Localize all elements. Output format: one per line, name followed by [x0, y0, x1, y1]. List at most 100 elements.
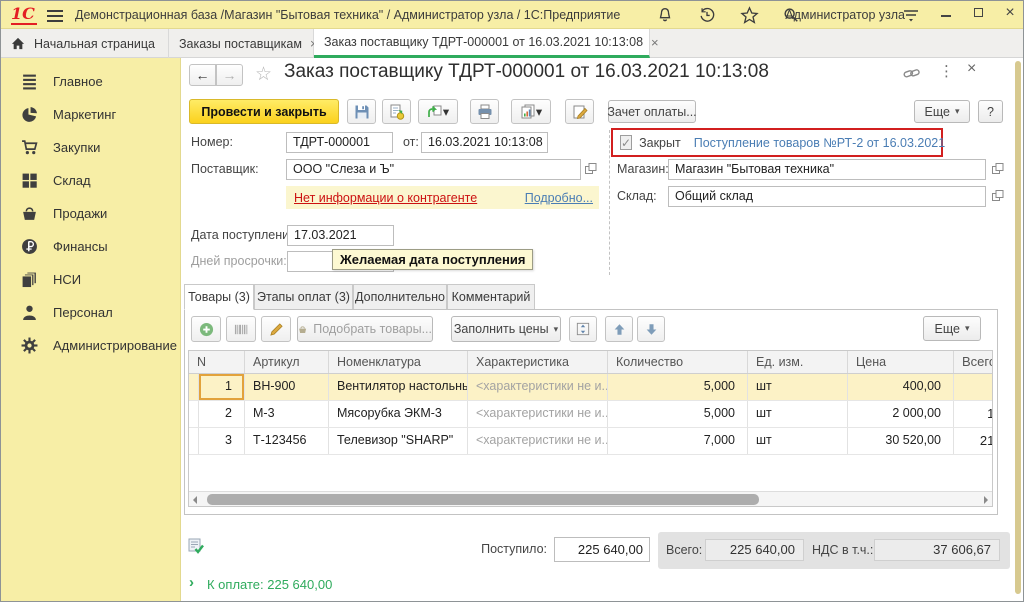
- forward-button[interactable]: →: [216, 64, 243, 86]
- post-and-close-button[interactable]: Провести и закрыть: [189, 99, 339, 124]
- autofit-rows-button[interactable]: [569, 316, 597, 342]
- cell-unit[interactable]: шт: [748, 374, 848, 400]
- col-header-total[interactable]: Всего: [954, 351, 993, 373]
- cell-n[interactable]: 2: [199, 401, 245, 427]
- scroll-right-icon[interactable]: [984, 496, 988, 504]
- fill-prices-button[interactable]: Заполнить цены ▾: [451, 316, 561, 342]
- create-based-on-button[interactable]: ▾: [418, 99, 458, 124]
- horizontal-scrollbar[interactable]: [189, 491, 992, 506]
- print-button[interactable]: [470, 99, 499, 124]
- history-icon[interactable]: [696, 5, 718, 25]
- back-button[interactable]: ←: [189, 64, 216, 86]
- notifications-bell-icon[interactable]: [654, 5, 676, 25]
- date-input[interactable]: 16.03.2021 10:13:08: [421, 132, 548, 153]
- edit-button[interactable]: [565, 99, 594, 124]
- favorite-star-icon[interactable]: ☆: [255, 63, 272, 86]
- cell-price[interactable]: 30 520,00: [848, 428, 954, 454]
- col-header-unit[interactable]: Ед. изм.: [748, 351, 848, 373]
- details-link[interactable]: Подробно...: [525, 191, 593, 205]
- cell-article[interactable]: ВН-900: [245, 374, 329, 400]
- scrollbar-thumb[interactable]: [207, 494, 759, 505]
- barcode-scan-button[interactable]: [226, 316, 256, 342]
- col-header-article[interactable]: Артикул: [245, 351, 329, 373]
- received-input[interactable]: 225 640,00: [554, 537, 650, 562]
- reports-button[interactable]: ▾: [511, 99, 551, 124]
- row-selector-cell[interactable]: [189, 428, 199, 454]
- cell-quantity[interactable]: 5,000: [608, 374, 748, 400]
- open-warehouse-icon[interactable]: [990, 188, 1006, 204]
- pick-goods-button[interactable]: Подобрать товары...: [297, 316, 433, 342]
- sidebar-item-personnel[interactable]: Персонал: [1, 296, 180, 329]
- cell-characteristic[interactable]: <характеристики не и...: [468, 374, 608, 400]
- expand-chevron-icon[interactable]: ›: [189, 574, 194, 591]
- form-more-button[interactable]: Еще ▾: [914, 100, 970, 123]
- payment-offset-button[interactable]: Зачет оплаты...: [608, 100, 696, 123]
- cell-total[interactable]: 213 640,00: [954, 428, 993, 454]
- sidebar-item-sales[interactable]: Продажи: [1, 197, 180, 230]
- get-link-icon[interactable]: [903, 66, 920, 81]
- tab-additional[interactable]: Дополнительно: [353, 284, 447, 310]
- col-header-quantity[interactable]: Количество: [608, 351, 748, 373]
- row-selector-cell[interactable]: [189, 374, 199, 400]
- receipt-date-input[interactable]: 17.03.2021: [287, 225, 394, 246]
- add-row-button[interactable]: [191, 316, 221, 342]
- help-button[interactable]: ?: [978, 100, 1003, 123]
- cell-article[interactable]: М-3: [245, 401, 329, 427]
- no-info-link[interactable]: Нет информации о контрагенте: [294, 191, 477, 205]
- table-row[interactable]: 2 М-3 Мясорубка ЭКМ-3 <характеристики не…: [189, 401, 993, 428]
- tab-close-icon[interactable]: ×: [651, 35, 659, 50]
- tab-supplier-orders[interactable]: Заказы поставщикам ×: [169, 29, 314, 58]
- cell-characteristic[interactable]: <характеристики не и...: [468, 401, 608, 427]
- edit-row-button[interactable]: [261, 316, 291, 342]
- tab-home[interactable]: Начальная страница: [1, 29, 169, 58]
- cell-nomenclature[interactable]: Вентилятор настольный: [329, 374, 468, 400]
- open-shop-icon[interactable]: [990, 161, 1006, 177]
- scroll-left-icon[interactable]: [193, 496, 197, 504]
- tab-comment[interactable]: Комментарий: [447, 284, 535, 310]
- close-window-button[interactable]: ×: [999, 5, 1021, 23]
- cell-quantity[interactable]: 5,000: [608, 401, 748, 427]
- warehouse-input[interactable]: Общий склад: [668, 186, 986, 207]
- cell-n[interactable]: 3: [199, 428, 245, 454]
- save-button[interactable]: [347, 99, 376, 124]
- table-row[interactable]: 1 ВН-900 Вентилятор настольный <характер…: [189, 374, 993, 401]
- cell-article[interactable]: Т-123456: [245, 428, 329, 454]
- col-header-n[interactable]: N: [189, 351, 245, 373]
- more-menu-dots-icon[interactable]: ⋮: [939, 62, 954, 80]
- close-form-icon[interactable]: ×: [967, 60, 976, 78]
- sidebar-item-marketing[interactable]: Маркетинг: [1, 98, 180, 131]
- number-input[interactable]: ТДРТ-000001: [286, 132, 393, 153]
- sidebar-item-purchases[interactable]: Закупки: [1, 131, 180, 164]
- col-header-characteristic[interactable]: Характеристика: [468, 351, 608, 373]
- favorites-star-icon[interactable]: [738, 5, 760, 25]
- tab-supplier-order-document[interactable]: Заказ поставщику ТДРТ-000001 от 16.03.20…: [314, 29, 650, 58]
- cell-unit[interactable]: шт: [748, 428, 848, 454]
- goods-receipt-link[interactable]: Поступление товаров №РТ-2 от 16.03.2021: [694, 136, 945, 150]
- move-up-button[interactable]: [605, 316, 633, 342]
- cell-characteristic[interactable]: <характеристики не и...: [468, 428, 608, 454]
- cell-total[interactable]: 2 000,00: [954, 374, 993, 400]
- col-header-price[interactable]: Цена: [848, 351, 954, 373]
- document-check-icon[interactable]: [187, 537, 205, 555]
- sidebar-item-warehouse[interactable]: Склад: [1, 164, 180, 197]
- sidebar-item-main[interactable]: Главное: [1, 65, 180, 98]
- vertical-scrollbar[interactable]: [1015, 61, 1021, 594]
- cell-nomenclature[interactable]: Телевизор "SHARP": [329, 428, 468, 454]
- tab-payment-stages[interactable]: Этапы оплат (3): [254, 284, 353, 310]
- sidebar-item-nsi[interactable]: НСИ: [1, 263, 180, 296]
- move-down-button[interactable]: [637, 316, 665, 342]
- cell-n[interactable]: 1: [199, 374, 245, 400]
- sidebar-item-finance[interactable]: Финансы: [1, 230, 180, 263]
- minimize-button[interactable]: [935, 4, 957, 22]
- post-document-button[interactable]: [382, 99, 411, 124]
- main-menu-icon[interactable]: [47, 7, 63, 25]
- 1c-logo-icon[interactable]: 1С: [11, 5, 37, 25]
- cell-unit[interactable]: шт: [748, 401, 848, 427]
- cell-price[interactable]: 2 000,00: [848, 401, 954, 427]
- service-menu-icon[interactable]: [902, 7, 920, 23]
- col-header-nomenclature[interactable]: Номенклатура: [329, 351, 468, 373]
- closed-checkbox[interactable]: ✓: [620, 135, 632, 150]
- maximize-button[interactable]: [967, 4, 989, 22]
- current-user-label[interactable]: Администратор узла: [785, 8, 905, 22]
- supplier-input[interactable]: ООО "Слеза и Ъ": [286, 159, 581, 180]
